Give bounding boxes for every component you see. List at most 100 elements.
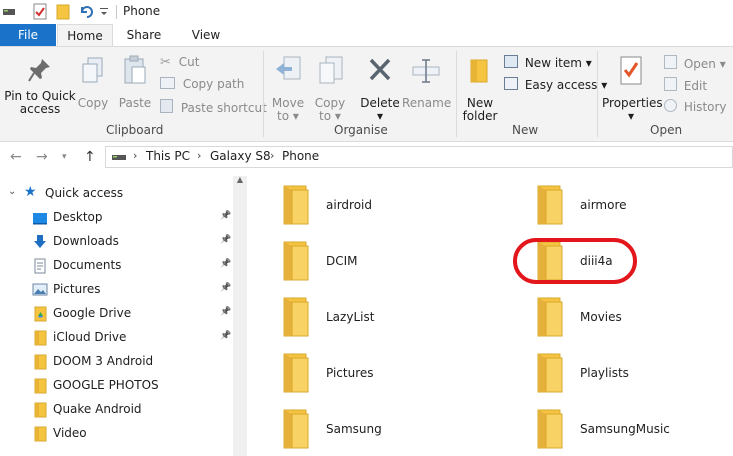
pin-icon	[28, 59, 50, 82]
folder-item-airdroid[interactable]: airdroid	[248, 178, 478, 230]
rename-icon	[412, 59, 440, 83]
breadcrumb-phone[interactable]: Phone	[282, 149, 319, 163]
folder-content: airdroid airmore DCIM diii4a LazyList Movies P…	[248, 172, 733, 456]
folder-item-movies[interactable]: Movies	[502, 290, 732, 342]
edit-label: Edit	[683, 79, 708, 93]
chevron-down-icon: ⌄	[8, 186, 17, 197]
new-item-icon	[504, 55, 518, 68]
copy-path-button[interactable]: Copy path	[160, 77, 244, 91]
customize-toolbar-icon[interactable]	[99, 6, 109, 18]
properties-quick-icon[interactable]	[32, 3, 48, 21]
edit-button[interactable]: Edit	[664, 77, 707, 93]
sidebar-item-label: Quake Android	[53, 402, 142, 416]
history-button[interactable]: History	[664, 99, 727, 114]
move-to-label-2: to	[277, 109, 290, 123]
folder-item-dcim[interactable]: DCIM	[248, 234, 478, 286]
open-button[interactable]: Open ▾	[664, 55, 726, 71]
title-separator	[116, 5, 117, 19]
nav-quick-access[interactable]: ⌄ ★ Quick access	[0, 182, 232, 206]
folder-name: Movies	[580, 310, 622, 324]
nav-scrollbar[interactable]: ▲	[233, 176, 247, 456]
properties-button[interactable]: Properties ▾	[602, 53, 663, 123]
sidebar-item-label: Pictures	[53, 282, 101, 296]
folder-icon	[32, 354, 48, 370]
paste-icon	[124, 55, 146, 84]
delete-button[interactable]: Delete ▾	[360, 53, 400, 123]
star-icon: ★	[24, 184, 37, 200]
scroll-up-icon[interactable]: ▲	[235, 176, 245, 184]
folder-name: Playlists	[580, 366, 629, 380]
sidebar-item-quake-android[interactable]: Quake Android	[0, 398, 232, 422]
folder-item-samsung[interactable]: Samsung	[248, 402, 478, 454]
new-folder-label-2: folder	[462, 109, 498, 123]
folder-name: SamsungMusic	[580, 422, 670, 436]
documents-icon	[32, 258, 48, 274]
sidebar-item-video[interactable]: Video	[0, 422, 232, 446]
easy-access-button[interactable]: Easy access ▾	[504, 77, 607, 92]
folder-item-playlists[interactable]: Playlists	[502, 346, 732, 398]
folder-icon	[280, 240, 314, 285]
folder-name: Samsung	[326, 422, 382, 436]
sidebar-item-label: Documents	[53, 258, 122, 272]
sidebar-item-doom-3-android[interactable]: DOOM 3 Android	[0, 350, 232, 374]
new-item-button[interactable]: New item ▾	[504, 55, 592, 70]
copy-icon	[82, 57, 103, 83]
folder-icon	[280, 296, 314, 341]
rename-button[interactable]: Rename	[402, 53, 452, 121]
sidebar-item-icloud-drive[interactable]: iCloud Drive 📌	[0, 326, 232, 350]
new-folder-icon	[470, 59, 488, 83]
folder-icon	[280, 408, 314, 453]
folder-icon	[534, 296, 568, 341]
pin-icon: 📌	[220, 283, 232, 293]
scissors-icon: ✂	[160, 55, 171, 70]
history-label: History	[683, 100, 727, 114]
sidebar-item-desktop[interactable]: Desktop 📌	[0, 206, 232, 230]
rename-label: Rename	[402, 96, 452, 110]
undo-icon[interactable]	[78, 3, 94, 21]
move-to-button[interactable]: Move to ▾	[268, 53, 308, 123]
folder-item-pictures[interactable]: Pictures	[248, 346, 478, 398]
open-dropdown-icon: ▾	[719, 57, 726, 71]
sidebar-item-google-photos[interactable]: GOOGLE PHOTOS	[0, 374, 232, 398]
breadcrumb-this-pc[interactable]: This PC	[146, 149, 190, 163]
sidebar-item-google-drive[interactable]: Google Drive 📌	[0, 302, 232, 326]
folder-item-samsungmusic[interactable]: SamsungMusic	[502, 402, 732, 454]
breadcrumb-galaxy-s8[interactable]: Galaxy S8	[210, 149, 271, 163]
copy-to-icon	[319, 56, 343, 84]
tab-home[interactable]: Home	[57, 24, 113, 46]
folder-name: DCIM	[326, 254, 358, 268]
pin-to-quick-access-button[interactable]: Pin to Quick access	[4, 53, 76, 119]
tab-view[interactable]: View	[173, 24, 239, 46]
title-bar: Phone	[0, 0, 733, 24]
copy-button[interactable]: Copy	[76, 53, 110, 119]
up-arrow-icon[interactable]: ↑	[84, 149, 96, 165]
paste-shortcut-icon	[160, 99, 173, 113]
sidebar-item-label: Downloads	[53, 234, 119, 248]
group-separator	[597, 51, 598, 137]
move-to-icon	[276, 56, 301, 80]
forward-arrow-icon[interactable]: →	[36, 149, 48, 165]
tab-share[interactable]: Share	[116, 24, 172, 46]
drive-icon[interactable]	[2, 6, 16, 18]
tab-file[interactable]: File	[0, 24, 56, 46]
sidebar-item-downloads[interactable]: Downloads 📌	[0, 230, 232, 254]
folder-item-airmore[interactable]: airmore	[502, 178, 732, 230]
folder-icon	[280, 352, 314, 397]
back-arrow-icon[interactable]: ←	[10, 149, 22, 165]
paste-button[interactable]: Paste	[116, 53, 154, 119]
navigation-pane: ⌄ ★ Quick access Desktop 📌 Downloads 📌 Docum…	[0, 172, 248, 456]
device-icon	[112, 155, 126, 160]
folder-icon	[32, 426, 48, 442]
new-item-label: New item	[524, 56, 582, 70]
paste-shortcut-button[interactable]: Paste shortcut	[160, 99, 267, 115]
folder-item-lazylist[interactable]: LazyList	[248, 290, 478, 342]
move-to-dropdown-icon: ▾	[289, 109, 299, 123]
new-folder-button[interactable]: New folder	[460, 53, 500, 123]
sidebar-item-documents[interactable]: Documents 📌	[0, 254, 232, 278]
new-folder-quick-icon[interactable]	[56, 3, 70, 21]
sidebar-item-label: Google Drive	[53, 306, 132, 320]
copy-to-button[interactable]: Copy to ▾	[310, 53, 350, 123]
recent-dropdown-icon[interactable]: ▾	[62, 152, 67, 162]
sidebar-item-pictures[interactable]: Pictures 📌	[0, 278, 232, 302]
cut-button[interactable]: ✂ Cut	[160, 55, 199, 70]
